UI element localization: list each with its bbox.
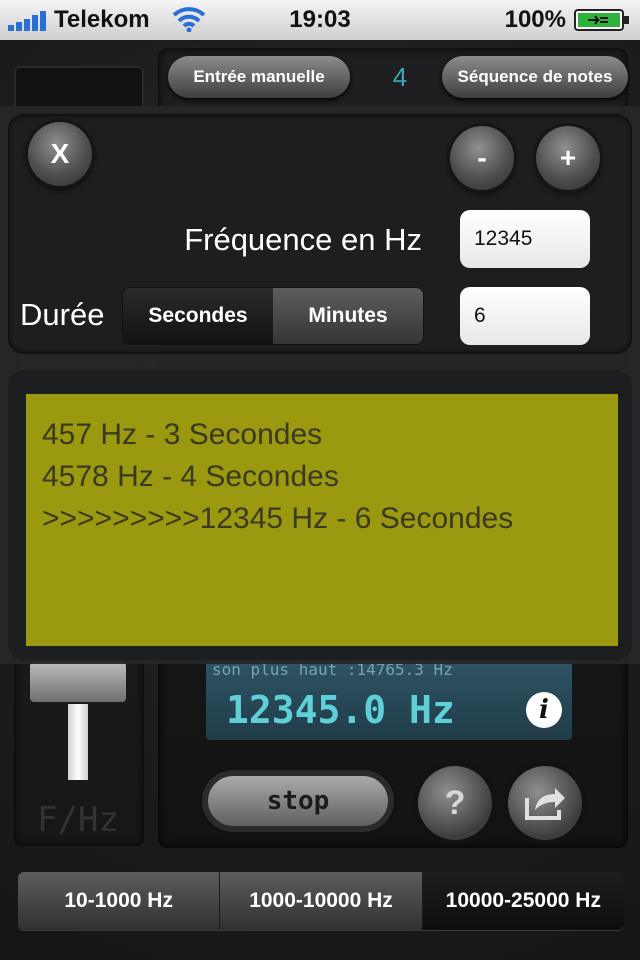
share-button[interactable] bbox=[508, 766, 582, 840]
range-1000-10000[interactable]: 1000-10000 Hz bbox=[220, 872, 423, 930]
minus-icon: - bbox=[477, 142, 487, 173]
frequency-slider-track[interactable] bbox=[68, 704, 88, 780]
lcd-frequency: 12345.0 Hz bbox=[226, 688, 455, 732]
range-10-1000[interactable]: 10-1000 Hz bbox=[18, 872, 221, 930]
duration-unit-selector: Secondes Minutes bbox=[122, 287, 424, 345]
battery-charging-icon bbox=[574, 9, 629, 31]
note-sequence-button[interactable]: Séquence de notes bbox=[442, 56, 628, 98]
unit-seconds-option[interactable]: Secondes bbox=[123, 288, 273, 344]
slider-label: F/Hz bbox=[37, 800, 119, 840]
frequency-input[interactable]: 12345 bbox=[460, 210, 590, 268]
stop-button[interactable]: stop bbox=[208, 776, 388, 826]
close-button[interactable]: X bbox=[28, 122, 92, 186]
duration-label: Durée bbox=[20, 297, 105, 332]
sequence-list: 457 Hz - 3 Secondes 4578 Hz - 4 Secondes… bbox=[26, 394, 618, 646]
unit-minutes-option[interactable]: Minutes bbox=[273, 288, 423, 344]
frequency-slider-handle[interactable] bbox=[30, 662, 126, 702]
plus-button[interactable]: + bbox=[536, 126, 600, 190]
minus-button[interactable]: - bbox=[450, 126, 514, 190]
list-item[interactable]: 4578 Hz - 4 Secondes bbox=[42, 456, 602, 498]
help-button[interactable]: ? bbox=[418, 766, 492, 840]
frequency-range-selector: 10-1000 Hz 1000-10000 Hz 10000-25000 Hz bbox=[18, 872, 624, 930]
plus-icon: + bbox=[559, 142, 577, 173]
list-item[interactable]: 457 Hz - 3 Secondes bbox=[42, 414, 602, 456]
info-icon[interactable]: i bbox=[526, 692, 562, 728]
battery-percentage: 100% bbox=[504, 6, 566, 33]
status-bar: Telekom 19:03 100% bbox=[0, 0, 640, 40]
duration-input[interactable]: 6 bbox=[460, 287, 590, 345]
range-10000-25000[interactable]: 10000-25000 Hz bbox=[422, 872, 624, 930]
close-icon: X bbox=[50, 138, 70, 169]
question-mark-icon: ? bbox=[444, 784, 466, 822]
list-item[interactable]: >>>>>>>>>12345 Hz - 6 Secondes bbox=[42, 498, 602, 540]
note-count: 4 bbox=[392, 62, 408, 92]
manual-entry-button[interactable]: Entrée manuelle bbox=[168, 56, 350, 98]
share-icon bbox=[525, 788, 565, 820]
frequency-label: Fréquence en Hz bbox=[184, 222, 422, 257]
